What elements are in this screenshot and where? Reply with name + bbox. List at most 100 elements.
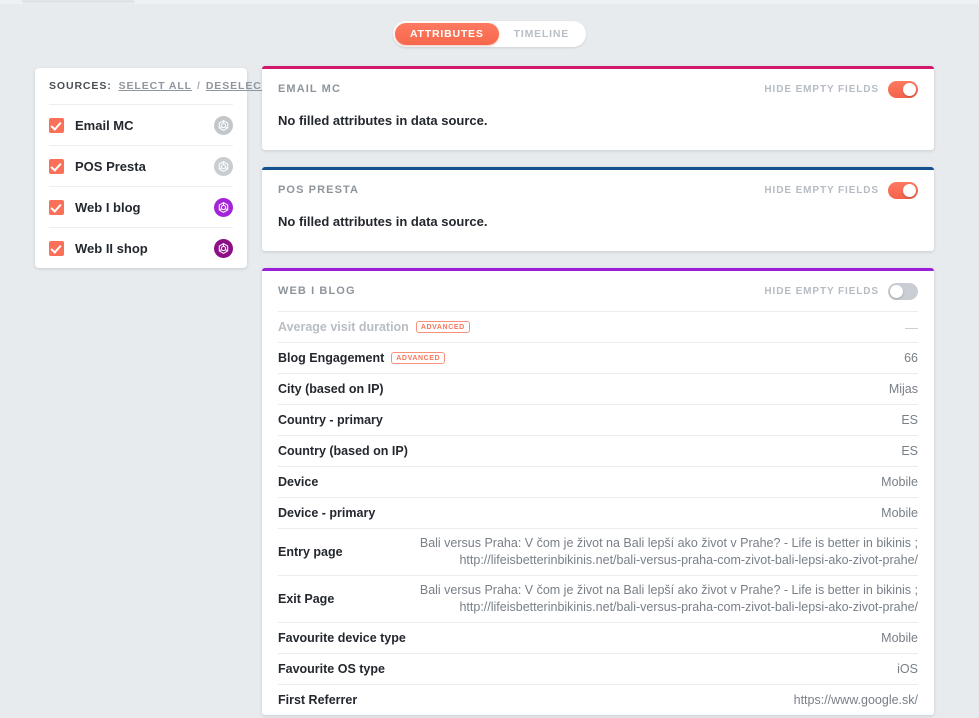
card-header: EMAIL MC HIDE EMPTY FIELDS [262,69,934,109]
attribute-value: Bali versus Praha: V čom je život na Bal… [419,583,918,614]
attribute-label: Country - primary [278,413,383,427]
hide-empty-fields-toggle[interactable] [888,282,918,300]
toggle-knob [903,183,916,197]
attribute-row: Entry page Bali versus Praha: V čom je ži… [278,528,918,575]
sources-label: SOURCES: [49,80,112,92]
source-row-web-ii-shop[interactable]: Web II shop [49,227,233,268]
view-mode-option-timeline[interactable]: TIMELINE [499,23,584,45]
advanced-badge: ADVANCED [415,321,470,333]
attribute-row: Device Mobile [278,466,918,497]
card-title: WEB I BLOG [278,285,356,297]
toggle-knob [890,284,903,298]
attribute-label: Average visit duration ADVANCED [278,320,470,334]
attribute-label: Exit Page [278,592,334,606]
attribute-row: Average visit duration ADVANCED — [278,311,918,342]
attribute-label-text: Exit Page [278,592,335,606]
attribute-value: Mobile [881,505,918,520]
card-empty-message: No filled attributes in data source. [278,214,488,229]
attribute-label-text: Country (based on IP) [278,444,408,458]
attribute-value: 66 [904,350,918,365]
attribute-row: First Referrer https://www.google.sk/ [278,684,918,715]
attribute-label: Device [278,475,318,489]
advanced-badge: ADVANCED [391,352,446,364]
source-row-web-i-blog[interactable]: Web I blog [49,186,233,227]
attribute-row: Favourite OS type iOS [278,653,918,684]
data-source-card-web-i-blog: WEB I BLOG HIDE EMPTY FIELDS Average visit… [262,268,934,715]
attribute-value: Mijas [888,381,918,396]
card-header: WEB I BLOG HIDE EMPTY FIELDS [262,271,934,311]
data-source-card-email-mc: EMAIL MC HIDE EMPTY FIELDS No filled attri… [262,66,934,150]
attribute-label-text: Favourite device type [278,631,406,645]
hide-empty-fields-toggle[interactable] [888,181,918,199]
data-source-card-pos-presta: POS PRESTA HIDE EMPTY FIELDS No filled att… [262,167,934,251]
attribute-label: Blog Engagement ADVANCED [278,351,446,365]
source-row-pos-presta[interactable]: POS Presta [49,145,233,186]
card-empty-message: No filled attributes in data source. [278,113,488,128]
attribute-label-text: Device - primary [278,506,376,520]
source-badge-icon [214,156,233,176]
source-checkbox-icon[interactable] [49,117,64,133]
card-header: POS PRESTA HIDE EMPTY FIELDS [262,170,934,210]
source-badge-icon [214,115,233,135]
attribute-value: Mobile [881,474,918,489]
attribute-label-text: First Referrer [278,693,358,707]
attribute-label: First Referrer [278,693,357,707]
attribute-label-text: Average visit duration [278,320,409,334]
card-title: EMAIL MC [278,83,341,95]
source-name: Web I blog [75,199,141,215]
attribute-value: ES [901,412,918,427]
data-source-cards: EMAIL MC HIDE EMPTY FIELDS No filled attri… [262,66,934,718]
source-checkbox-icon[interactable] [49,199,64,215]
attribute-row: Favourite device type Mobile [278,622,918,653]
attribute-row: Country (based on IP) ES [278,435,918,466]
source-checkbox-icon[interactable] [49,240,64,256]
attribute-label: Device - primary [278,506,375,520]
sources-list: Email MC POS Presta Web I blog Web II shop [49,104,233,268]
attribute-value: https://www.google.sk/ [793,692,918,707]
attribute-row: Device - primary Mobile [278,497,918,528]
attribute-row: Exit Page Bali versus Praha: V čom je živ… [278,575,918,622]
attribute-label-text: Country - primary [278,413,383,427]
attribute-row: Blog Engagement ADVANCED 66 [278,342,918,373]
view-mode-toggle: ATTRIBUTES TIMELINE [392,21,587,47]
attribute-value: Mobile [881,630,918,645]
attribute-label-text: Device [278,475,319,489]
attribute-value: Bali versus Praha: V čom je život na Bal… [419,536,918,567]
source-name: POS Presta [75,158,146,174]
attribute-row: Country - primary ES [278,404,918,435]
view-mode-option-attributes[interactable]: ATTRIBUTES [394,23,499,45]
attribute-value: ES [901,443,918,458]
links-separator: / [196,80,201,92]
attribute-label: Entry page [278,545,343,559]
source-row-email-mc[interactable]: Email MC [49,104,233,145]
attribute-label-text: Blog Engagement [278,351,385,365]
card-title: POS PRESTA [278,184,360,196]
sources-header: SOURCES: SELECT ALL / DESELECT ALL [49,68,295,104]
attribute-label-text: City (based on IP) [278,382,384,396]
attribute-row: City (based on IP) Mijas [278,373,918,404]
attribute-label: Favourite OS type [278,662,385,676]
toggle-knob [903,82,916,96]
source-checkbox-icon[interactable] [49,158,64,174]
attribute-label: Favourite device type [278,631,406,645]
attribute-label-text: Entry page [278,545,343,559]
source-badge-icon [214,197,233,217]
source-badge-icon [214,238,233,258]
attribute-label-text: Favourite OS type [278,662,385,676]
hide-empty-fields-toggle[interactable] [888,80,918,98]
source-name: Email MC [75,117,134,133]
view-mode-toggle-wrap: ATTRIBUTES TIMELINE [0,21,979,47]
hide-empty-fields-label: HIDE EMPTY FIELDS [764,285,879,297]
attribute-value: — [905,319,918,335]
attribute-value: iOS [897,661,918,676]
select-all-link[interactable]: SELECT ALL [119,80,192,92]
hide-empty-fields-label: HIDE EMPTY FIELDS [764,184,879,196]
attribute-label: City (based on IP) [278,382,384,396]
page-top-strip [0,0,979,4]
source-name: Web II shop [75,240,148,256]
attribute-list: Average visit duration ADVANCED — Blog Enga… [262,311,934,715]
sources-panel: SOURCES: SELECT ALL / DESELECT ALL Email… [35,68,295,268]
attribute-label: Country (based on IP) [278,444,408,458]
page-top-strip-left [22,0,134,3]
hide-empty-fields-label: HIDE EMPTY FIELDS [764,83,879,95]
